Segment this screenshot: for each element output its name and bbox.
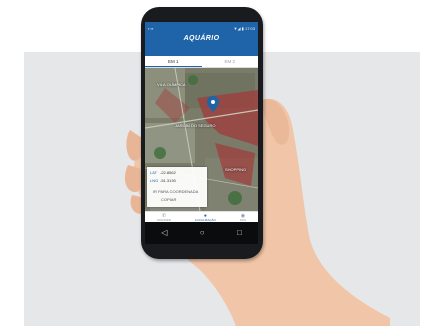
map-label: JARDIM DO SEGURO xyxy=(175,123,216,128)
nav-item-atender[interactable]: ✆ ATENDER xyxy=(157,213,171,222)
lat-label: LAT xyxy=(150,170,158,175)
home-icon[interactable]: ○ xyxy=(200,229,205,237)
go-to-coordinate-button[interactable]: IR PARA COORDENADA xyxy=(153,189,198,194)
map-label: VILA OLÍMPICA xyxy=(157,82,186,87)
copy-button[interactable]: COPIAR xyxy=(161,197,176,202)
lng-label: LNG xyxy=(150,178,159,183)
satellite-map[interactable]: VILA OLÍMPICA JARDIM DO SEGURO SHOPPING … xyxy=(145,68,258,211)
map-label: SHOPPING xyxy=(225,167,247,172)
tab-bar: EM 1 EM 2 xyxy=(145,56,258,68)
app-title: AQUÁRIO xyxy=(183,35,220,42)
lng-value: -51.3130 xyxy=(160,178,176,183)
lng-row: LNG -51.3130 xyxy=(150,178,176,183)
lat-value: -22.8562 xyxy=(160,170,176,175)
android-nav-bar: ◁ ○ □ xyxy=(145,222,258,244)
lat-row: LAT -22.8562 xyxy=(150,170,176,175)
nav-item-sos[interactable]: ◉ SOS xyxy=(240,213,246,222)
nav-item-localizacao[interactable]: ● LOCALIZAÇÃO xyxy=(195,213,216,222)
app-bar: ▪ ▪▪ ▼◢ ▮ 17:03 AQUÁRIO xyxy=(145,22,258,56)
tab-em1[interactable]: EM 1 xyxy=(145,56,202,67)
back-icon[interactable]: ◁ xyxy=(161,229,167,237)
status-right-icons: ▼◢ ▮ 17:03 xyxy=(233,25,255,31)
tab-em2[interactable]: EM 2 xyxy=(202,56,259,67)
status-left-icons: ▪ ▪▪ xyxy=(148,25,154,31)
bottom-nav: ✆ ATENDER ● LOCALIZAÇÃO ◉ SOS xyxy=(145,211,258,222)
status-bar: ▪ ▪▪ ▼◢ ▮ 17:03 xyxy=(148,24,255,32)
phone-screen: ▪ ▪▪ ▼◢ ▮ 17:03 AQUÁRIO EM 1 EM 2 VILA O… xyxy=(145,22,258,222)
recents-icon[interactable]: □ xyxy=(237,229,242,237)
coordinates-card: LAT -22.8562 LNG -51.3130 IR PARA COORDENA… xyxy=(147,167,207,207)
